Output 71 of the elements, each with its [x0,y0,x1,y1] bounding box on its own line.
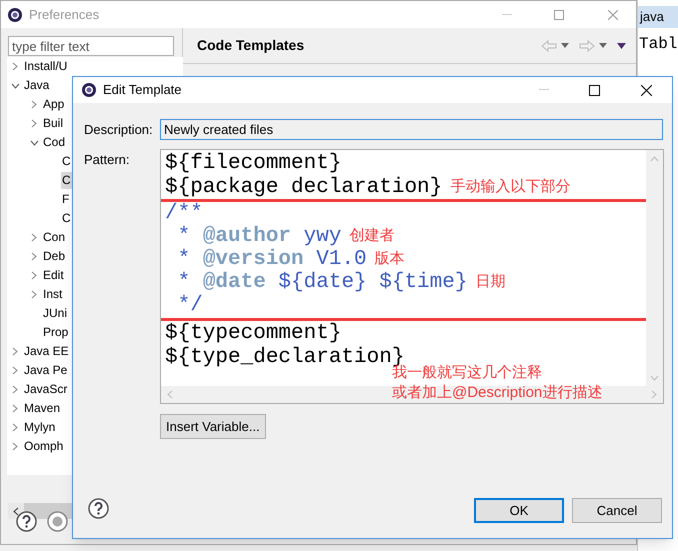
expand-icon[interactable] [12,366,18,375]
app-icon [81,82,97,98]
expand-icon[interactable] [12,385,18,394]
field-label: Pattern: [84,151,131,169]
expand-icon[interactable] [12,442,18,451]
annotation-note: 版本 [374,249,405,270]
app-icon [7,6,23,22]
help-icon[interactable] [88,498,109,519]
tree-item[interactable]: Edit [42,267,65,284]
insert-variable-button[interactable]: Insert Variable... [160,414,266,439]
code-line: ${typecomment} [165,322,342,344]
tree-item[interactable]: App [42,96,66,113]
code-line: */ [176,294,203,317]
help-icon[interactable] [16,511,37,532]
dropdown-icon[interactable] [561,43,569,48]
description-field[interactable]: Newly created files [160,119,663,140]
tree-item[interactable]: Inst [42,286,64,303]
maximize-icon[interactable] [589,84,600,96]
menu-icon[interactable] [617,42,626,48]
code-line: /** [165,202,203,225]
filter-field[interactable]: type filter text [8,36,174,56]
code-line: ${filecomment} [165,152,342,174]
tree-item[interactable]: C [61,210,72,227]
code-line: * @author ywy [176,225,342,248]
tree-item[interactable]: C [61,172,72,189]
tree-item[interactable]: C [61,153,72,170]
tree-item[interactable]: Java Pe [23,362,68,379]
expand-icon[interactable] [31,100,37,109]
dialog-button[interactable]: Cancel [572,498,662,523]
expand-icon[interactable] [12,62,18,71]
expand-icon[interactable] [31,233,37,242]
annotation-note: 或者加上@Description进行描述 [392,384,602,402]
expand-icon[interactable] [31,290,37,299]
annotation-note: 手动输入以下部分 [450,176,570,197]
tree-item[interactable]: Java EE [23,343,70,360]
tree-item[interactable]: Buil [42,115,64,132]
expand-icon[interactable] [31,252,37,261]
field-label: Description: [84,120,154,139]
window-title: Preferences [29,6,100,24]
editor-tab[interactable]: java [638,6,678,28]
tree-item[interactable]: Oomph [23,438,64,455]
collapse-icon[interactable] [10,82,20,88]
collapse-icon[interactable] [30,140,38,146]
expand-icon[interactable] [12,404,18,413]
expand-icon[interactable] [12,423,18,432]
dropdown-icon[interactable] [599,43,607,48]
code-text: Tabl [639,34,678,55]
expand-icon[interactable] [31,119,37,128]
annotation-note: 日期 [475,272,506,292]
code-line: * @version V1.0 [176,248,367,271]
code-line: ${package declaration} [165,176,442,198]
tree-item[interactable]: Deb [42,248,66,265]
tree-item[interactable]: Mylyn [23,419,56,436]
record-icon[interactable] [47,511,68,532]
tree-item[interactable]: JavaScr [23,381,68,398]
tree-item[interactable]: Maven [23,400,62,417]
close-icon[interactable] [641,84,652,96]
tree-item[interactable]: F [61,191,70,208]
page-title: Code Templates [197,36,304,55]
code-line: * @date ${date} ${time} [176,271,468,294]
tree-item[interactable]: Cod [42,134,66,151]
tree-item[interactable]: Install/U [23,58,68,75]
dialog-title: Edit Template [103,81,182,100]
tree-item[interactable]: JUni [42,305,68,322]
annotation-note: 创建者 [349,226,394,246]
expand-icon[interactable] [31,271,37,280]
dialog-button[interactable]: OK [474,498,564,523]
tree-item[interactable]: Prop [42,324,70,341]
tree-item[interactable]: Con [42,229,66,246]
tree-item[interactable]: Java [23,77,50,94]
expand-icon[interactable] [12,347,18,356]
